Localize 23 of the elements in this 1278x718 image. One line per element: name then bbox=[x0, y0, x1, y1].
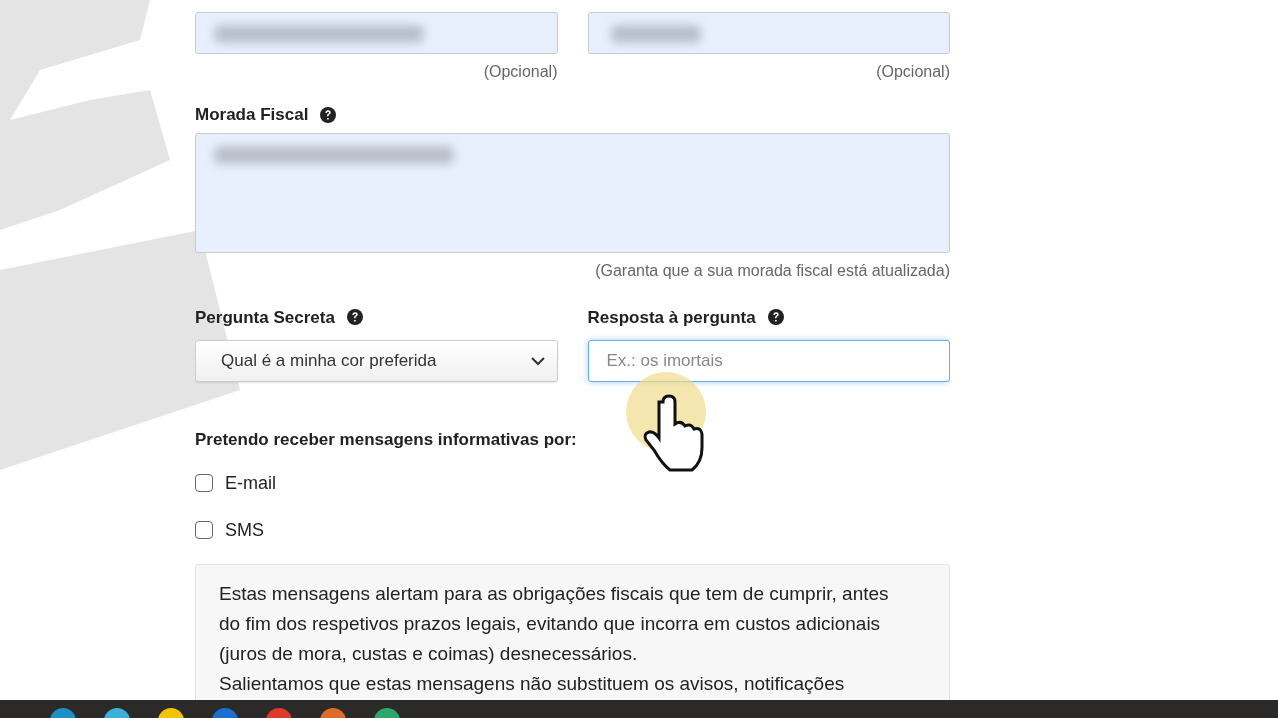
checkbox-label: SMS bbox=[225, 518, 264, 542]
field-label: Pergunta Secreta bbox=[195, 306, 335, 329]
chevron-down-icon bbox=[530, 356, 545, 366]
hint-text: (Garanta que a sua morada fiscal está atualizada) bbox=[594, 260, 950, 281]
help-icon[interactable] bbox=[346, 309, 363, 326]
field-label: Resposta à pergunta bbox=[587, 306, 756, 329]
note-text: Salientamos que estas mensagens não substituem os avisos, notificações bbox=[219, 671, 846, 696]
checkbox[interactable] bbox=[195, 521, 213, 539]
checkbox-label: E-mail bbox=[225, 471, 276, 495]
input-field[interactable] bbox=[587, 12, 950, 54]
input-field[interactable] bbox=[195, 12, 558, 54]
hint-text: (Opcional) bbox=[875, 62, 950, 82]
question-select[interactable]: Qual é a minha cor preferida bbox=[195, 340, 558, 382]
address-field[interactable] bbox=[195, 132, 950, 253]
section-heading: Pretendo receber mensagens informativas por: bbox=[195, 429, 578, 451]
field-label: Morada Fiscal bbox=[195, 104, 309, 126]
answer-field[interactable]: Ex.: os imortais bbox=[587, 340, 950, 382]
help-icon[interactable] bbox=[767, 309, 784, 326]
note-text: Estas mensagens alertam para as obrigações fiscais que tem de cumprir, antes do fim dos respetivos prazos legais, evitando que incorra em custos adicionais (juros de mora, custas e coimas) desnecessários. bbox=[219, 581, 890, 666]
select-value: Qual é a minha cor preferida bbox=[221, 350, 437, 373]
hint-text: (Opcional) bbox=[482, 62, 558, 82]
help-icon[interactable] bbox=[320, 106, 337, 123]
checkbox[interactable] bbox=[195, 474, 213, 492]
